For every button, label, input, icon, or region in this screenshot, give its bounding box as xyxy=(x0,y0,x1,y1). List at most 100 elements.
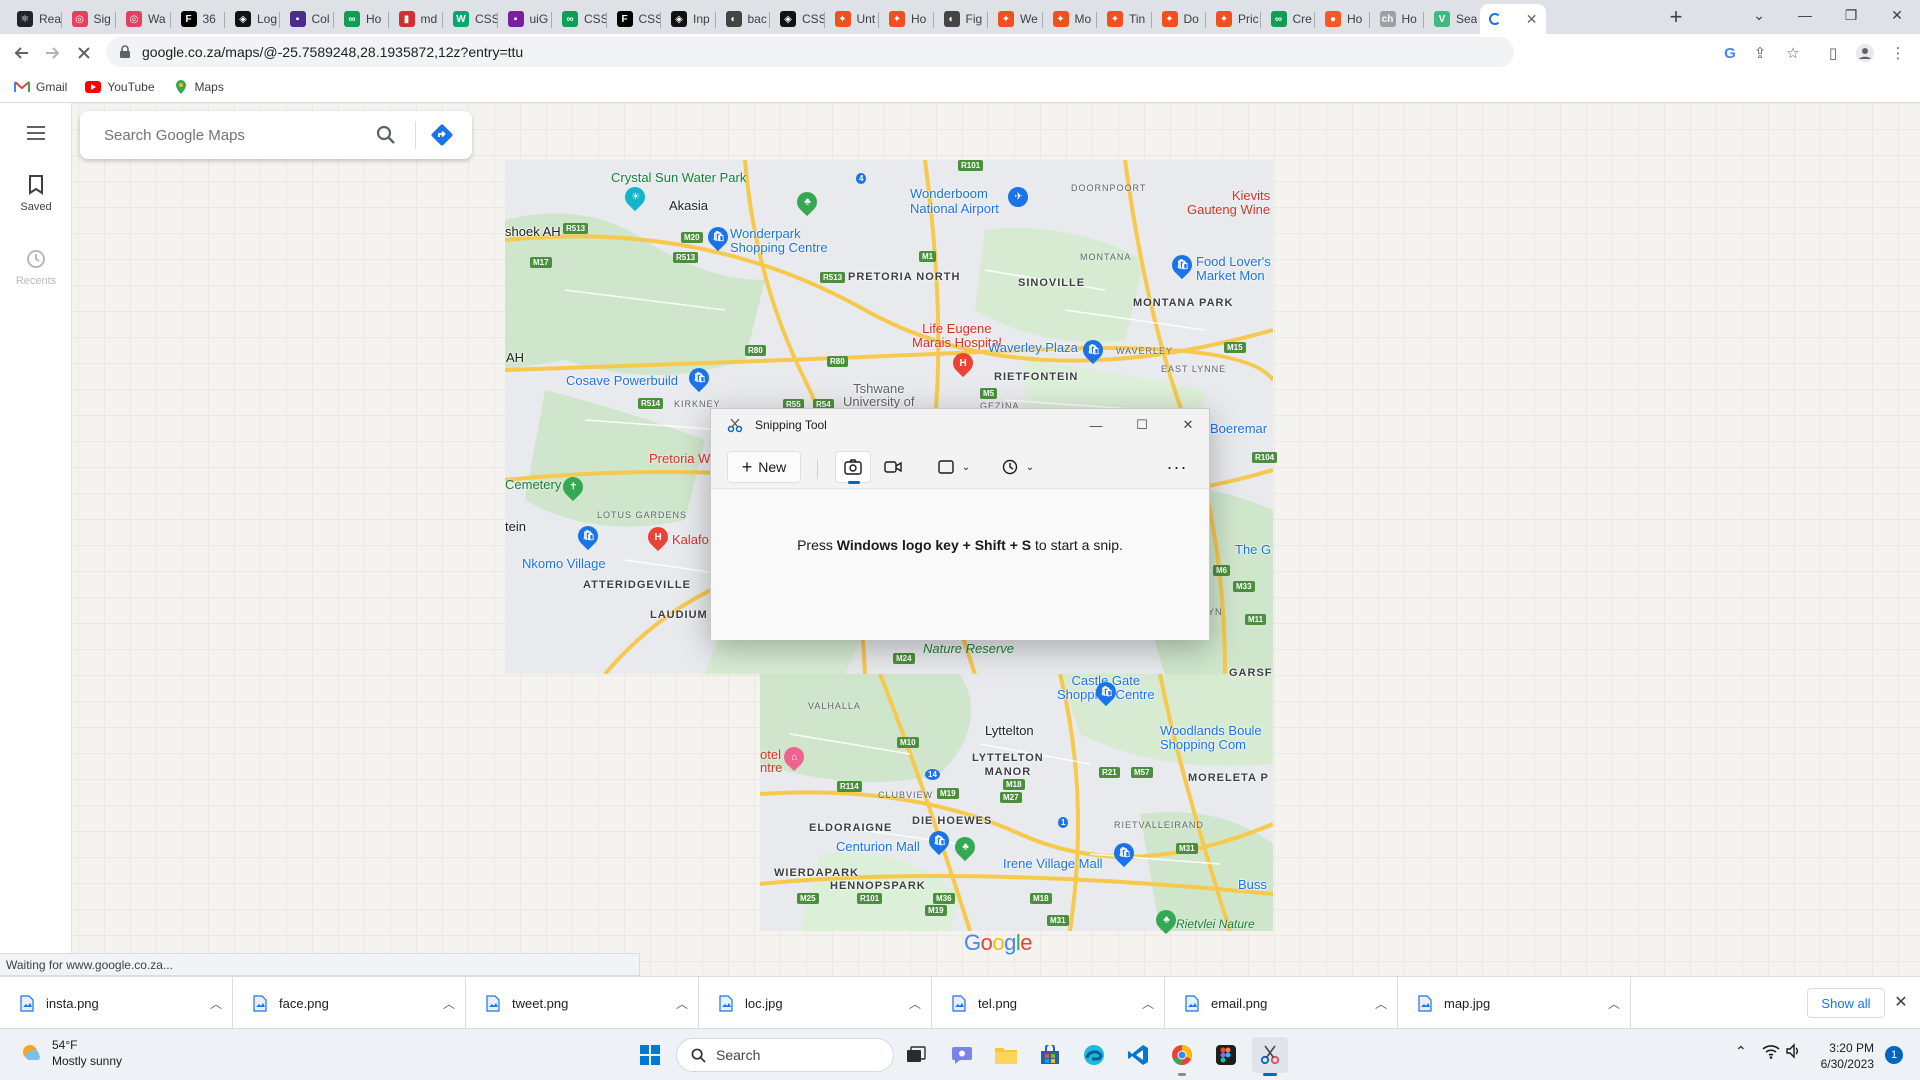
notification-badge[interactable]: 1 xyxy=(1885,1046,1903,1064)
show-all-downloads-button[interactable]: Show all xyxy=(1807,988,1885,1018)
chevron-up-icon[interactable]: ︿ xyxy=(433,995,465,1012)
bookmark-youtube[interactable]: YouTube xyxy=(85,80,155,94)
browser-tab[interactable]: ∞ Ho xyxy=(335,4,388,34)
snip-shape-dropdown[interactable]: ⌄ xyxy=(929,451,979,483)
browser-tab[interactable]: ▮ md xyxy=(390,4,443,34)
menu-button[interactable] xyxy=(0,125,72,141)
stop-loading-button[interactable] xyxy=(70,39,98,67)
minimize-window-button[interactable]: — xyxy=(1782,0,1828,30)
start-button[interactable] xyxy=(632,1037,668,1073)
snip-close-button[interactable]: ✕ xyxy=(1165,409,1211,441)
download-item[interactable]: face.png ︿ xyxy=(233,977,466,1029)
file-explorer-icon[interactable] xyxy=(988,1037,1024,1073)
teams-chat-icon[interactable] xyxy=(944,1037,980,1073)
search-button[interactable] xyxy=(376,125,396,148)
record-mode-button[interactable] xyxy=(875,451,911,483)
download-item[interactable]: map.jpg ︿ xyxy=(1398,977,1631,1029)
show-hidden-icons-chevron[interactable]: ⌃ xyxy=(1735,1043,1747,1060)
download-item[interactable]: insta.png ︿ xyxy=(0,977,233,1029)
download-item[interactable]: loc.jpg ︿ xyxy=(699,977,932,1029)
browser-tab[interactable]: ◈ Log xyxy=(226,4,279,34)
edge-browser-icon[interactable] xyxy=(1076,1037,1112,1073)
directions-button[interactable] xyxy=(430,123,454,150)
chevron-up-icon[interactable]: ︿ xyxy=(1598,995,1630,1012)
browser-tab[interactable]: F 36 xyxy=(172,4,225,34)
more-options-icon[interactable]: ··· xyxy=(1159,451,1195,483)
browser-tab[interactable]: ✦ Ho xyxy=(880,4,933,34)
tab-search-chevron-icon[interactable]: ⌄ xyxy=(1736,0,1782,30)
chevron-up-icon[interactable]: ︿ xyxy=(666,995,698,1012)
chevron-up-icon[interactable]: ︿ xyxy=(200,995,232,1012)
browser-tab[interactable]: ✦ Do xyxy=(1153,4,1206,34)
browser-tab[interactable]: ✦ We xyxy=(989,4,1042,34)
download-item[interactable]: email.png ︿ xyxy=(1165,977,1398,1029)
profile-avatar-icon[interactable] xyxy=(1855,43,1875,63)
maps-search-input[interactable] xyxy=(104,126,354,144)
rail-recents[interactable]: Recents xyxy=(0,249,72,287)
download-item[interactable]: tel.png ︿ xyxy=(932,977,1165,1029)
snip-minimize-button[interactable]: — xyxy=(1073,409,1119,441)
snip-maximize-button[interactable]: ☐ xyxy=(1119,409,1165,441)
browser-tab[interactable]: ∞ Cre xyxy=(1262,4,1315,34)
browser-tab[interactable]: ▪ Col xyxy=(281,4,334,34)
browser-tab[interactable]: ◐ Fig xyxy=(935,4,988,34)
snipping-tool-taskbar-icon[interactable] xyxy=(1252,1037,1288,1076)
back-button[interactable] xyxy=(8,39,36,67)
share-icon[interactable]: ⇪ xyxy=(1750,43,1770,63)
wifi-icon[interactable] xyxy=(1762,1043,1780,1062)
browser-tab[interactable]: ch Ho xyxy=(1371,4,1424,34)
browser-tab[interactable]: ● Ho xyxy=(1316,4,1369,34)
kebab-menu-icon[interactable]: ⋮ xyxy=(1888,43,1908,63)
download-item[interactable]: tweet.png ︿ xyxy=(466,977,699,1029)
browser-tab[interactable]: ◈ CSS xyxy=(771,4,824,34)
forward-button[interactable] xyxy=(38,39,66,67)
chevron-up-icon[interactable]: ︿ xyxy=(899,995,931,1012)
browser-tab[interactable]: V Sea xyxy=(1425,4,1478,34)
url-text[interactable]: google.co.za/maps/@-25.7589248,28.193587… xyxy=(142,44,523,60)
browser-tab[interactable]: ✦ Mo xyxy=(1044,4,1097,34)
route-shield: R513 xyxy=(820,272,846,283)
new-tab-button[interactable]: + xyxy=(1662,5,1690,31)
browser-toolbar: google.co.za/maps/@-25.7589248,28.193587… xyxy=(0,34,1920,71)
close-download-shelf-button[interactable]: ✕ xyxy=(1890,991,1912,1013)
browser-tab[interactable]: ▪ uiG xyxy=(499,4,552,34)
restore-window-button[interactable]: ❐ xyxy=(1828,0,1874,30)
bookmark-star-icon[interactable]: ☆ xyxy=(1783,43,1803,63)
browser-tab[interactable]: ◐ bac xyxy=(717,4,770,34)
screenshot-mode-button[interactable] xyxy=(835,451,871,484)
side-panel-icon[interactable]: ▯ xyxy=(1823,43,1843,63)
address-bar[interactable]: google.co.za/maps/@-25.7589248,28.193587… xyxy=(106,37,1514,67)
browser-tab[interactable]: F CSS xyxy=(608,4,660,34)
chevron-up-icon[interactable]: ︿ xyxy=(1365,995,1397,1012)
browser-tab[interactable]: ◈ Inp xyxy=(662,4,715,34)
bookmark-gmail[interactable]: Gmail xyxy=(14,80,67,94)
microsoft-store-icon[interactable] xyxy=(1032,1037,1068,1073)
taskbar-clock[interactable]: 3:20 PM 6/30/2023 xyxy=(1800,1040,1874,1072)
browser-tab[interactable]: ∞ CSS xyxy=(553,4,606,34)
browser-tab[interactable]: ✦ Pric xyxy=(1207,4,1260,34)
figma-icon[interactable] xyxy=(1208,1037,1244,1073)
browser-tab[interactable]: ⚛ Rea xyxy=(8,4,61,34)
volume-icon[interactable] xyxy=(1785,1043,1801,1062)
browser-tab[interactable]: ◎ Sig xyxy=(63,4,116,34)
weather-widget[interactable]: 54°F Mostly sunny xyxy=(20,1037,122,1069)
browser-tab[interactable]: ✦ Tin xyxy=(1098,4,1151,34)
taskbar-search-box[interactable]: Search xyxy=(676,1038,894,1072)
bookmark-maps[interactable]: Maps xyxy=(173,79,224,94)
rail-saved[interactable]: Saved xyxy=(0,175,72,213)
snipping-tool-titlebar[interactable]: Snipping Tool — ☐ ✕ xyxy=(711,409,1209,441)
task-view-icon[interactable] xyxy=(898,1037,934,1073)
browser-tab[interactable]: W CSS xyxy=(444,4,497,34)
chevron-up-icon[interactable]: ︿ xyxy=(1132,995,1164,1012)
close-tab-icon[interactable]: ✕ xyxy=(1526,11,1538,28)
browser-tab-active[interactable]: ✕ xyxy=(1479,4,1546,34)
chrome-icon[interactable] xyxy=(1164,1037,1200,1076)
new-snip-button[interactable]: + New xyxy=(727,451,801,483)
vscode-icon[interactable] xyxy=(1120,1037,1156,1073)
browser-tab[interactable]: ✦ Unt xyxy=(826,4,879,34)
snip-delay-dropdown[interactable]: ⌄ xyxy=(993,451,1043,483)
close-window-button[interactable]: ✕ xyxy=(1874,0,1920,30)
google-lens-icon[interactable]: G xyxy=(1720,43,1740,63)
lock-icon[interactable] xyxy=(118,45,132,59)
browser-tab[interactable]: ◎ Wa xyxy=(117,4,170,34)
